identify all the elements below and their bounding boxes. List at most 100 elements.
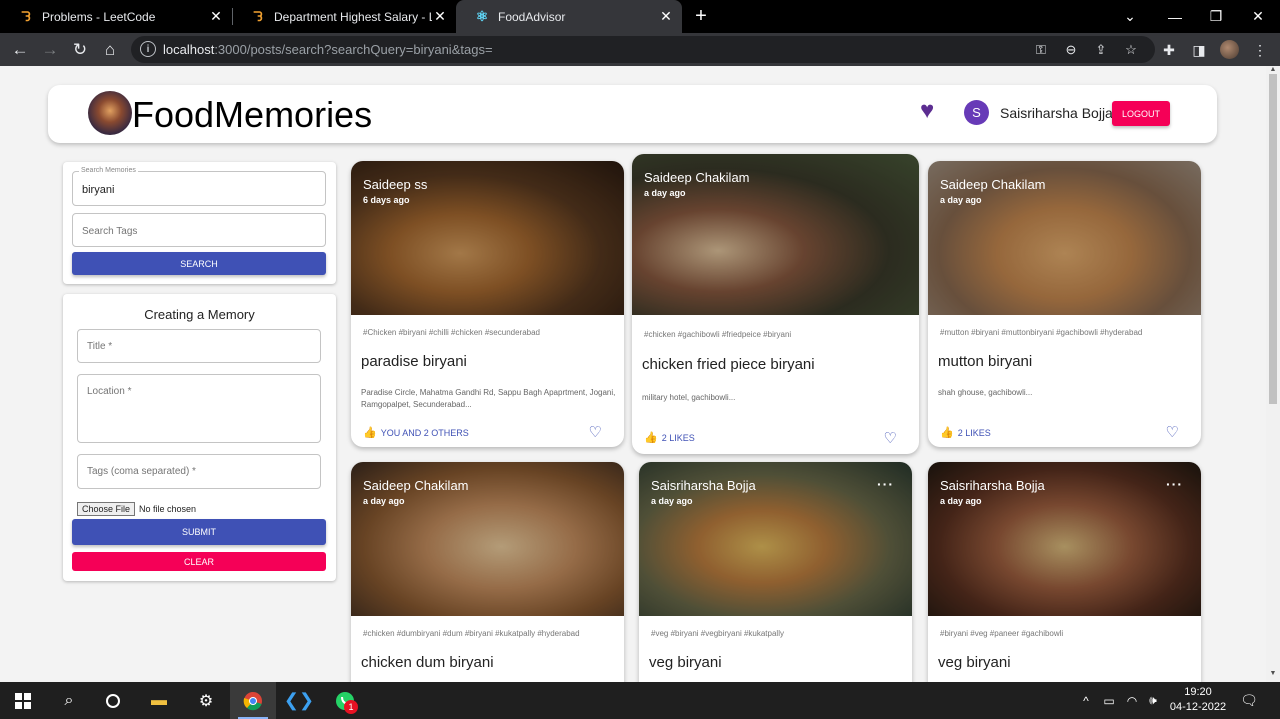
post-author: Saideep ss (363, 177, 428, 192)
bookmark-star-icon[interactable]: ☆ (1123, 42, 1139, 58)
vscode-icon[interactable]: ❮❯ (276, 682, 322, 719)
reload-icon[interactable]: ↻ (68, 38, 92, 62)
scrollbar-thumb[interactable] (1269, 74, 1277, 404)
new-tab-icon[interactable]: + (690, 5, 712, 27)
settings-gear-icon[interactable]: ⚙ (183, 682, 229, 719)
clear-button[interactable]: CLEAR (72, 552, 326, 571)
tab-foodadvisor[interactable]: ⚛ FoodAdvisor ✕ (456, 0, 682, 33)
thumb-up-icon: 👍 (363, 427, 377, 439)
brand-title[interactable]: FoodMemories (132, 94, 372, 136)
title-field[interactable]: Title * (77, 329, 321, 363)
post-title: mutton biryani (938, 353, 1033, 370)
clock-time: 19:20 (1184, 686, 1212, 698)
file-status: No file chosen (139, 504, 197, 514)
search-memories-field[interactable]: Search Memories biryani (72, 167, 326, 206)
post-card[interactable]: Saisriharsha Bojja a day ago ··· #veg #b… (639, 462, 912, 682)
search-tags-field[interactable]: Search Tags (72, 213, 326, 247)
back-icon[interactable]: ← (8, 38, 32, 62)
menu-dots-icon[interactable]: ⋮ (1251, 41, 1269, 59)
favorite-heart-icon[interactable]: ♡ (1166, 423, 1179, 441)
tags-field[interactable]: Tags (coma separated) * (77, 454, 321, 489)
post-card[interactable]: Saisriharsha Bojja a day ago ··· #biryan… (928, 462, 1201, 682)
thumb-up-icon: 👍 (940, 427, 954, 439)
post-title: veg biryani (649, 654, 722, 671)
like-button[interactable]: 👍 YOU AND 2 OTHERS (363, 426, 469, 439)
post-title: paradise biryani (361, 353, 467, 370)
volume-icon[interactable]: 🕪 (1144, 682, 1162, 719)
logout-button[interactable]: LOGOUT (1112, 101, 1170, 126)
url-text: localhost:3000/posts/search?searchQuery=… (163, 42, 493, 57)
battery-icon[interactable]: ▭ (1100, 682, 1118, 719)
like-button[interactable]: 👍 2 LIKES (940, 426, 991, 439)
chrome-icon[interactable] (230, 682, 276, 719)
notifications-icon[interactable]: 🗨 (1236, 682, 1262, 719)
clock[interactable]: 19:20 04-12-2022 (1166, 685, 1230, 715)
post-card[interactable]: Saideep Chakilam a day ago #chicken #dum… (351, 462, 624, 682)
post-time: a day ago (651, 496, 693, 506)
close-tab-icon[interactable]: ✕ (432, 8, 448, 25)
search-memories-value: biryani (82, 184, 115, 196)
favorite-heart-icon[interactable]: ♡ (884, 429, 897, 447)
tab-department-salary[interactable]: ᘊ Department Highest Salary - LeetC ✕ (232, 0, 456, 33)
like-button[interactable]: 👍 2 LIKES (644, 431, 695, 444)
more-options-icon[interactable]: ··· (877, 476, 894, 492)
browser-toolbar: ← → ↻ ⌂ i localhost:3000/posts/search?se… (0, 33, 1280, 66)
cortana-icon[interactable] (90, 682, 136, 719)
tab-search-icon[interactable]: ⌄ (1110, 0, 1150, 33)
windows-start-icon[interactable] (0, 682, 46, 719)
submit-button[interactable]: SUBMIT (72, 519, 326, 545)
more-options-icon[interactable]: ··· (1166, 476, 1183, 492)
create-memory-panel: Creating a Memory Title * Location * Tag… (63, 294, 336, 581)
page-content: FoodMemories ♥ S Saisriharsha Bojja LOGO… (0, 66, 1266, 682)
windows-taskbar: ⌕ ▬ ⚙ ❮❯ ^ ▭ ◠ 🕪 19:20 04-12-2022 🗨 (0, 682, 1280, 719)
post-tags: #biryani #veg #paneer #gachibowli (940, 629, 1064, 638)
post-card[interactable]: Saideep ss 6 days ago #Chicken #biryani … (351, 161, 624, 447)
search-tags-placeholder: Search Tags (82, 226, 138, 237)
heart-icon[interactable]: ♥ (920, 99, 944, 123)
post-tags: #veg #biryani #vegbiryani #kukatpally (651, 629, 784, 638)
site-info-icon[interactable]: i (140, 41, 156, 57)
leetcode-icon: ᘊ (253, 8, 263, 24)
tray-chevron-icon[interactable]: ^ (1078, 682, 1094, 719)
search-icon[interactable]: ⌕ (46, 682, 92, 719)
minimize-icon[interactable]: — (1155, 0, 1195, 33)
file-explorer-icon[interactable]: ▬ (136, 682, 182, 719)
post-card[interactable]: Saideep Chakilam a day ago #mutton #biry… (928, 161, 1201, 447)
url-host: localhost (163, 42, 215, 57)
post-card[interactable]: Saideep Chakilam a day ago #chicken #gac… (632, 154, 919, 454)
page-scrollbar[interactable]: ▲ ▼ (1266, 66, 1280, 682)
post-tags: #chicken #gachibowli #friedpeice #biryan… (644, 330, 792, 339)
favorite-heart-icon[interactable]: ♡ (589, 423, 602, 441)
search-button[interactable]: SEARCH (72, 252, 326, 275)
choose-file-button[interactable]: Choose File (77, 502, 136, 516)
tab-leetcode-problems[interactable]: ᘊ Problems - LeetCode ✕ (0, 0, 232, 33)
post-tags: #chicken #dumbiryani #dum #biryani #kuka… (363, 629, 580, 638)
side-panel-icon[interactable]: ◨ (1190, 41, 1208, 59)
whatsapp-badge: 1 (344, 700, 358, 714)
location-placeholder: Location * (87, 386, 132, 397)
post-message: shah ghouse, gachibowli... (938, 388, 1033, 397)
scroll-up-arrow-icon[interactable]: ▲ (1269, 66, 1277, 74)
close-tab-icon[interactable]: ✕ (658, 8, 674, 25)
wifi-icon[interactable]: ◠ (1123, 682, 1141, 719)
restore-icon[interactable]: ❐ (1196, 0, 1236, 33)
location-field[interactable]: Location * (77, 374, 321, 443)
post-time: 6 days ago (363, 195, 410, 205)
scroll-down-arrow-icon[interactable]: ▼ (1269, 670, 1277, 678)
tab-label: Problems - LeetCode (42, 9, 156, 24)
home-icon[interactable]: ⌂ (98, 38, 122, 62)
post-author: Saideep Chakilam (363, 478, 469, 493)
close-tab-icon[interactable]: ✕ (208, 8, 224, 25)
address-bar[interactable]: i localhost:3000/posts/search?searchQuer… (131, 36, 1155, 63)
forward-icon[interactable]: → (38, 38, 62, 62)
extensions-icon[interactable]: ✚ (1160, 41, 1178, 59)
post-title: chicken fried piece biryani (642, 356, 815, 373)
share-icon[interactable]: ⇪ (1093, 42, 1109, 58)
clock-date: 04-12-2022 (1169, 701, 1227, 713)
post-message: Paradise Circle, Mahatma Gandhi Rd, Sapp… (361, 388, 616, 409)
zoom-icon[interactable]: ⊖ (1063, 42, 1079, 58)
whatsapp-icon[interactable] (322, 682, 368, 719)
key-icon[interactable]: ⚿ (1033, 42, 1049, 58)
close-window-icon[interactable]: ✕ (1238, 0, 1278, 33)
profile-avatar[interactable] (1220, 40, 1239, 59)
